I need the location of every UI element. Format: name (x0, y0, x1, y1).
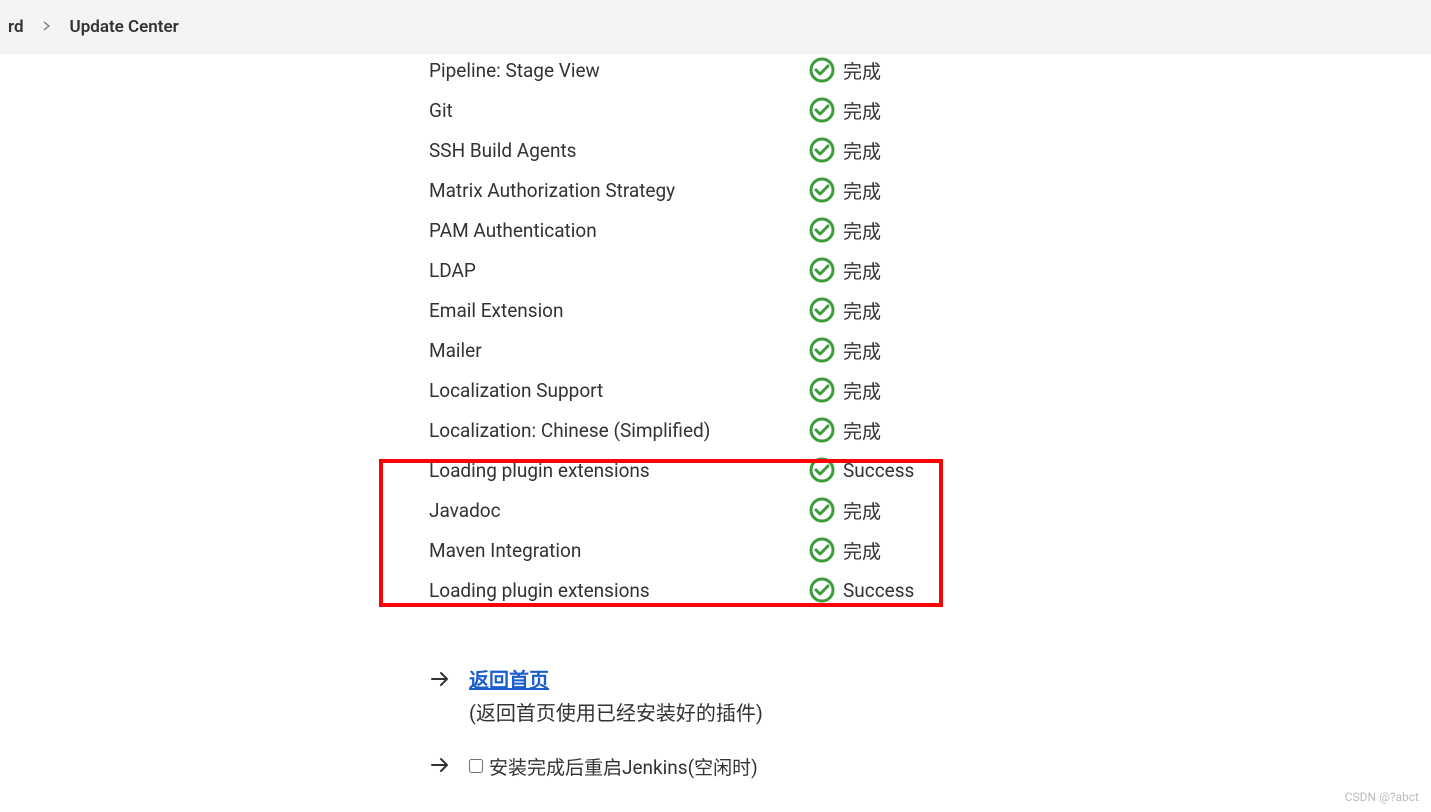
success-check-icon (809, 577, 835, 603)
plugin-status: 完成 (809, 257, 881, 284)
return-home-hint: (返回首页使用已经安装好的插件) (469, 697, 763, 726)
watermark: CSDN @?abct (1345, 790, 1419, 804)
plugin-status-text: 完成 (843, 97, 881, 124)
plugin-status: 完成 (809, 417, 881, 444)
plugin-status: 完成 (809, 537, 881, 564)
plugin-status: Success (809, 457, 914, 483)
restart-label-text: 安装完成后重启Jenkins(空闲时) (489, 753, 758, 780)
plugin-status: 完成 (809, 97, 881, 124)
plugin-name: LDAP (429, 259, 809, 282)
arrow-right-icon (429, 750, 451, 782)
plugin-status: 完成 (809, 337, 881, 364)
plugin-install-list: Pipeline: Stage View 完成 Git 完成 SSH Build… (429, 50, 989, 610)
plugin-status-text: 完成 (843, 537, 881, 564)
plugin-row: Localization: Chinese (Simplified) 完成 (429, 410, 989, 450)
plugin-name: Mailer (429, 339, 809, 362)
plugin-name: Javadoc (429, 499, 809, 522)
success-check-icon (809, 297, 835, 323)
success-check-icon (809, 537, 835, 563)
plugin-name: Localization: Chinese (Simplified) (429, 419, 809, 442)
plugin-status-text: 完成 (843, 377, 881, 404)
plugin-row: Maven Integration 完成 (429, 530, 989, 570)
plugin-row: Matrix Authorization Strategy 完成 (429, 170, 989, 210)
plugin-status-text: Success (843, 459, 914, 482)
plugin-status-text: 完成 (843, 257, 881, 284)
breadcrumb-item-dashboard[interactable]: rd (0, 17, 32, 37)
plugin-status-text: Success (843, 579, 914, 602)
plugin-row: Javadoc 完成 (429, 490, 989, 530)
return-home-row: 返回首页 (返回首页使用已经安装好的插件) (429, 664, 763, 726)
success-check-icon (809, 97, 835, 123)
plugin-status-text: 完成 (843, 417, 881, 444)
return-home-link[interactable]: 返回首页 (469, 664, 763, 693)
breadcrumb: rd Update Center (0, 0, 1431, 54)
plugin-name: Git (429, 99, 809, 122)
restart-checkbox-label[interactable]: 安装完成后重启Jenkins(空闲时) (469, 753, 758, 780)
plugin-status-text: 完成 (843, 217, 881, 244)
success-check-icon (809, 497, 835, 523)
plugin-row: Git 完成 (429, 90, 989, 130)
plugin-status: 完成 (809, 177, 881, 204)
plugin-status: 完成 (809, 57, 881, 84)
restart-checkbox[interactable] (469, 759, 483, 773)
plugin-name: Loading plugin extensions (429, 459, 809, 482)
plugin-name: Matrix Authorization Strategy (429, 179, 809, 202)
plugin-row: PAM Authentication 完成 (429, 210, 989, 250)
chevron-right-icon (32, 19, 62, 35)
plugin-name: Pipeline: Stage View (429, 59, 809, 82)
plugin-row: LDAP 完成 (429, 250, 989, 290)
plugin-status: 完成 (809, 377, 881, 404)
plugin-status-text: 完成 (843, 137, 881, 164)
plugin-status: 完成 (809, 217, 881, 244)
success-check-icon (809, 137, 835, 163)
plugin-row: Localization Support 完成 (429, 370, 989, 410)
plugin-status: 完成 (809, 497, 881, 524)
plugin-name: PAM Authentication (429, 219, 809, 242)
plugin-status: 完成 (809, 137, 881, 164)
plugin-row: Pipeline: Stage View 完成 (429, 50, 989, 90)
breadcrumb-item-update-center[interactable]: Update Center (62, 17, 187, 37)
footer-actions: 返回首页 (返回首页使用已经安装好的插件) 安装完成后重启Jenkins(空闲时… (429, 664, 763, 782)
success-check-icon (809, 337, 835, 363)
restart-after-install-row: 安装完成后重启Jenkins(空闲时) (429, 750, 763, 782)
plugin-status-text: 完成 (843, 497, 881, 524)
plugin-row: SSH Build Agents 完成 (429, 130, 989, 170)
plugin-status-text: 完成 (843, 177, 881, 204)
success-check-icon (809, 57, 835, 83)
plugin-name: Loading plugin extensions (429, 579, 809, 602)
arrow-right-icon (429, 664, 451, 696)
plugin-status-text: 完成 (843, 297, 881, 324)
plugin-row: Loading plugin extensions Success (429, 570, 989, 610)
plugin-status-text: 完成 (843, 337, 881, 364)
plugin-name: SSH Build Agents (429, 139, 809, 162)
plugin-status: 完成 (809, 297, 881, 324)
success-check-icon (809, 217, 835, 243)
plugin-row: Loading plugin extensions Success (429, 450, 989, 490)
plugin-status-text: 完成 (843, 57, 881, 84)
plugin-row: Email Extension 完成 (429, 290, 989, 330)
plugin-row: Mailer 完成 (429, 330, 989, 370)
success-check-icon (809, 417, 835, 443)
success-check-icon (809, 457, 835, 483)
plugin-name: Localization Support (429, 379, 809, 402)
plugin-name: Email Extension (429, 299, 809, 322)
plugin-status: Success (809, 577, 914, 603)
success-check-icon (809, 177, 835, 203)
plugin-name: Maven Integration (429, 539, 809, 562)
success-check-icon (809, 377, 835, 403)
success-check-icon (809, 257, 835, 283)
